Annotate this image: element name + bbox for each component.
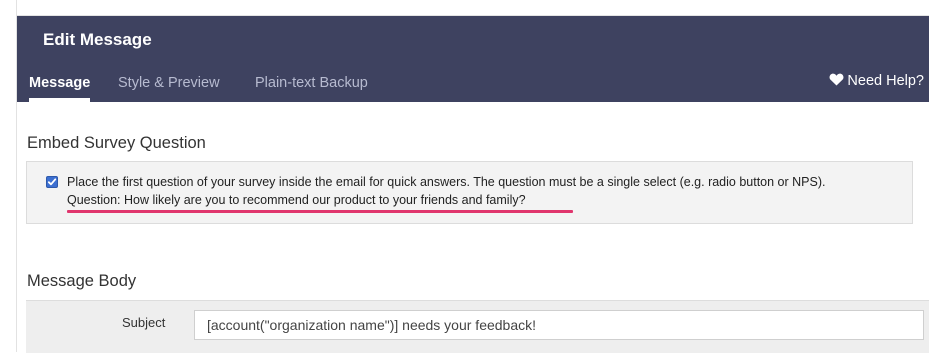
embed-question-checkbox[interactable]: [46, 176, 58, 188]
edit-message-dialog: Edit Message Message Style & Preview Pla…: [16, 0, 929, 353]
need-help-link[interactable]: Need Help?: [829, 73, 924, 89]
dialog-title: Edit Message: [43, 30, 152, 49]
tab-style-preview[interactable]: Style & Preview: [118, 68, 220, 102]
checkmark-icon: [47, 178, 57, 186]
tab-message[interactable]: Message: [29, 68, 91, 102]
subject-label: Subject: [122, 315, 166, 330]
heart-icon: [829, 73, 844, 86]
need-help-label: Need Help?: [847, 73, 924, 89]
embed-description: Place the first question of your survey …: [67, 175, 826, 189]
window-top-bar: [17, 0, 929, 16]
tab-plain-text-backup[interactable]: Plain-text Backup: [255, 68, 368, 102]
message-body-section-title: Message Body: [27, 272, 137, 290]
dialog-header: Edit Message Message Style & Preview Pla…: [17, 16, 929, 102]
subject-input[interactable]: [194, 310, 924, 340]
message-body-panel: Subject: [26, 300, 929, 353]
embed-section-title: Embed Survey Question: [27, 134, 206, 152]
embed-question-panel: Place the first question of your survey …: [26, 161, 913, 224]
question-highlight-underline: [67, 210, 573, 213]
embed-question-text: Question: How likely are you to recommen…: [67, 193, 526, 207]
